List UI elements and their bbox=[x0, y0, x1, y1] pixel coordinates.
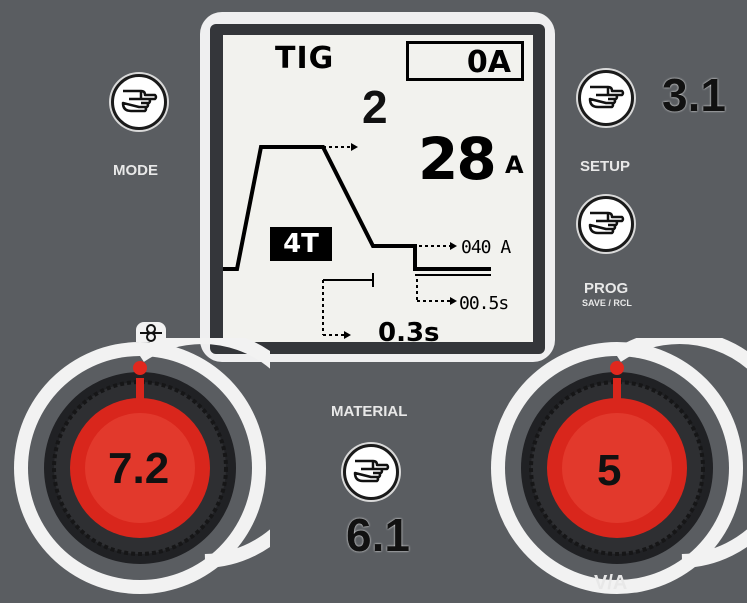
adjust-symbol-icon bbox=[136, 322, 166, 342]
prog-button-label: PROG bbox=[584, 280, 629, 297]
right-knob-callout: 5 bbox=[597, 446, 622, 495]
hand-pointer-icon bbox=[121, 89, 158, 113]
mode-button[interactable] bbox=[111, 74, 167, 130]
hand-pointer-icon bbox=[353, 459, 390, 483]
setup-button[interactable] bbox=[578, 70, 634, 126]
right-knob-label: V/A bbox=[594, 572, 628, 594]
hand-pointer-icon bbox=[588, 85, 625, 109]
welding-current-unit: A bbox=[505, 151, 524, 179]
material-button-label: MATERIAL bbox=[331, 403, 408, 420]
welding-current-value: 28 bbox=[418, 125, 497, 193]
trigger-mode-badge: 4T bbox=[270, 227, 332, 261]
preflow-time-value: 0.3s bbox=[378, 318, 440, 342]
left-knob-callout: 7.2 bbox=[108, 444, 170, 493]
downslope-time-value: 00.5s bbox=[459, 293, 509, 314]
prog-button[interactable] bbox=[578, 196, 634, 252]
material-callout: 6.1 bbox=[346, 509, 410, 561]
display-callout: 2 bbox=[362, 81, 388, 133]
setup-button-label: SETUP bbox=[580, 158, 631, 175]
final-current-value: 040 A bbox=[461, 237, 511, 258]
setup-callout: 3.1 bbox=[662, 69, 726, 121]
mode-button-label: MODE bbox=[113, 162, 158, 179]
preset-current-box: 0A bbox=[406, 41, 524, 81]
preset-current-value: 0A bbox=[466, 45, 511, 80]
prog-button-sublabel: SAVE / RCL bbox=[582, 298, 632, 308]
process-label: TIG bbox=[275, 41, 335, 76]
hand-pointer-icon bbox=[588, 211, 625, 235]
material-button[interactable] bbox=[343, 444, 399, 500]
